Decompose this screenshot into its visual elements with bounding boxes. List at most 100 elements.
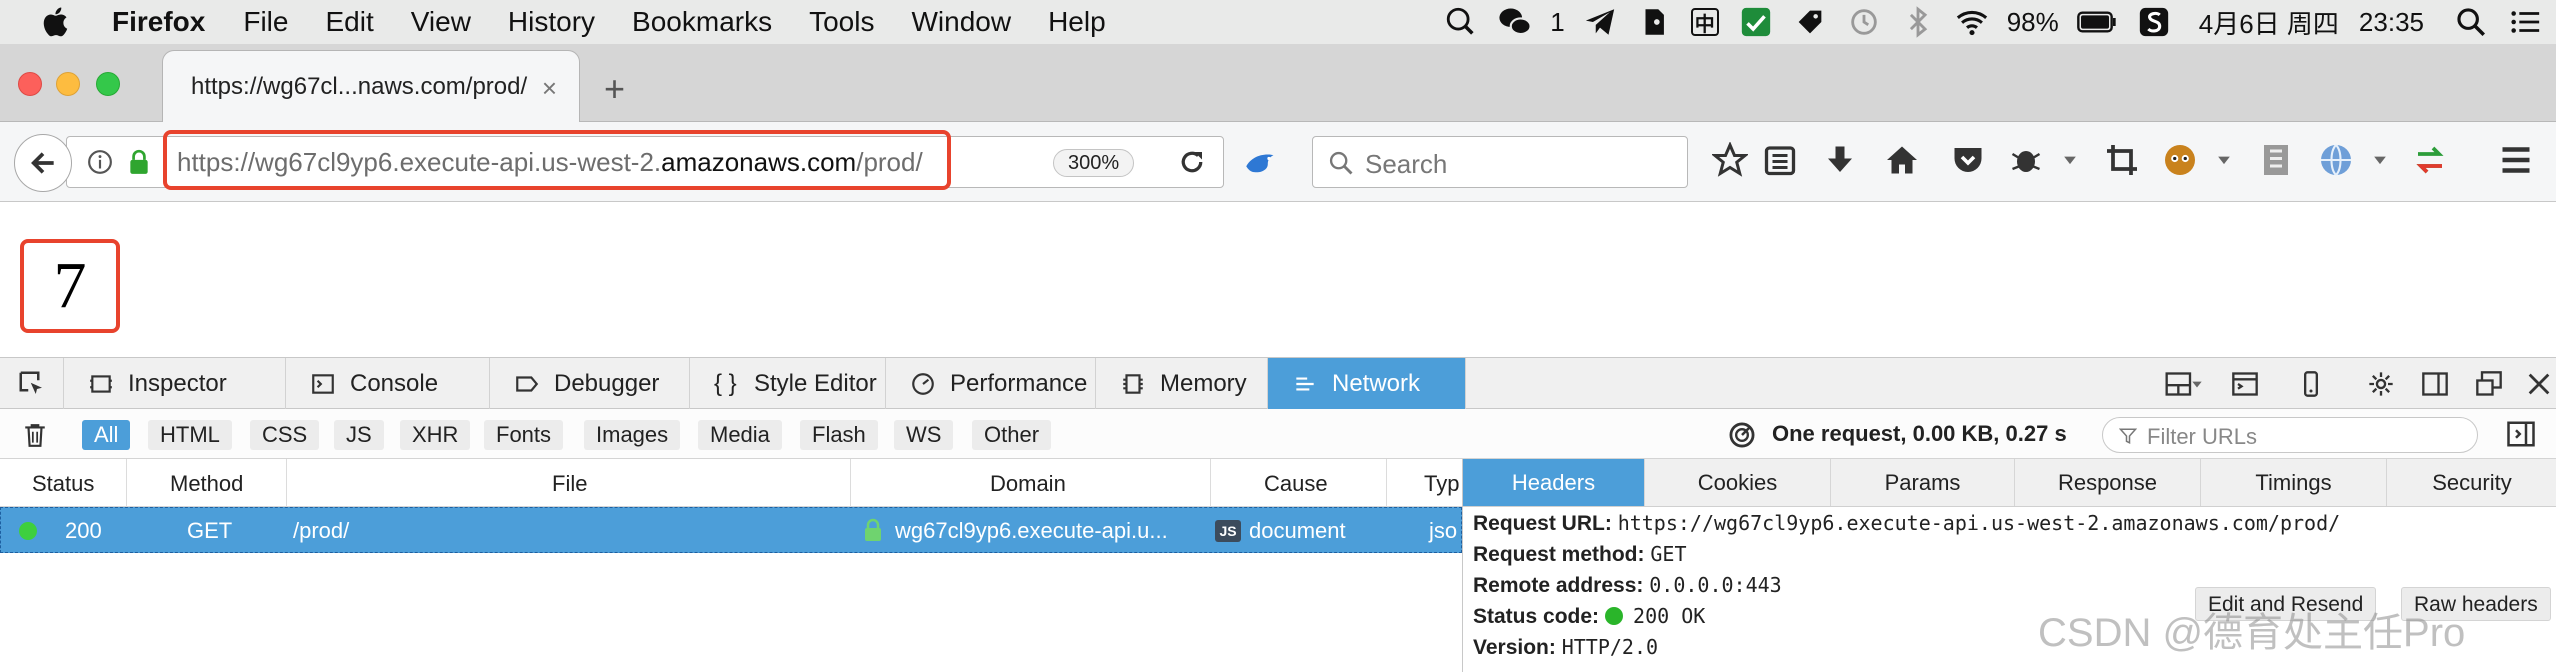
bluetooth-icon[interactable] <box>1901 5 1935 39</box>
filter-media-button[interactable]: Media <box>698 420 782 450</box>
responsive-design-icon[interactable] <box>2296 370 2326 398</box>
apple-logo-icon[interactable] <box>40 5 74 39</box>
column-cause[interactable]: Cause <box>1264 471 1328 497</box>
request-url-value[interactable]: https://wg67cl9yp6.execute-api.us-west-2… <box>1618 511 2340 535</box>
menu-bookmarks[interactable]: Bookmarks <box>632 6 772 38</box>
filter-urls-input[interactable]: Filter URLs <box>2102 417 2478 453</box>
menu-help[interactable]: Help <box>1048 6 1106 38</box>
column-type[interactable]: Typ <box>1424 471 1459 497</box>
wifi-icon[interactable] <box>1955 5 1989 39</box>
bookmark-star-icon[interactable] <box>1712 142 1748 178</box>
menu-app-firefox[interactable]: Firefox <box>112 6 205 38</box>
proxy-switch-icon[interactable] <box>2412 142 2448 178</box>
column-divider[interactable] <box>850 459 851 507</box>
tab-inspector[interactable]: Inspector <box>64 358 286 409</box>
filter-js-button[interactable]: JS <box>334 420 384 450</box>
column-divider[interactable] <box>126 459 127 507</box>
tab-security[interactable]: Security <box>2387 459 2556 506</box>
tab-cookies[interactable]: Cookies <box>1645 459 1831 506</box>
tab-memory[interactable]: Memory <box>1096 358 1268 409</box>
filter-ws-button[interactable]: WS <box>894 420 954 450</box>
menu-view[interactable]: View <box>411 6 471 38</box>
bookmarks-menu-icon[interactable] <box>1762 142 1798 178</box>
pocket-icon[interactable] <box>1950 142 1986 178</box>
telegram-icon[interactable] <box>1583 5 1617 39</box>
globe-icon[interactable] <box>2318 142 2354 178</box>
window-minimize-button[interactable] <box>56 72 80 96</box>
url-text[interactable]: https://wg67cl9yp6.execute-api.us-west-2… <box>177 147 923 178</box>
column-domain[interactable]: Domain <box>990 471 1066 497</box>
tab-timings[interactable]: Timings <box>2201 459 2387 506</box>
extension-ladder-icon[interactable] <box>2258 142 2294 178</box>
home-icon[interactable] <box>1884 142 1920 178</box>
edit-and-resend-button[interactable]: Edit and Resend <box>2195 587 2377 621</box>
tab-performance[interactable]: Performance <box>886 358 1096 409</box>
site-info-icon[interactable] <box>87 149 113 175</box>
filter-html-button[interactable]: HTML <box>148 420 232 450</box>
settings-gear-icon[interactable] <box>2366 370 2396 398</box>
window-close-button[interactable] <box>18 72 42 96</box>
new-tab-button[interactable]: + <box>604 68 625 110</box>
chevron-down-icon[interactable] <box>2214 150 2234 170</box>
menu-bar-date[interactable]: 4月6日 周四 <box>2199 4 2339 41</box>
column-method[interactable]: Method <box>170 471 243 497</box>
qq-icon[interactable] <box>1444 5 1478 39</box>
tab-console[interactable]: Console <box>286 358 490 409</box>
separate-window-icon[interactable] <box>2474 370 2504 398</box>
close-devtools-icon[interactable] <box>2524 370 2554 398</box>
column-divider[interactable] <box>286 459 287 507</box>
reload-icon[interactable] <box>1177 147 1207 177</box>
window-zoom-button[interactable] <box>96 72 120 96</box>
hamburger-menu-icon[interactable] <box>2498 142 2534 178</box>
menu-file[interactable]: File <box>243 6 288 38</box>
tab-debugger[interactable]: Debugger <box>490 358 690 409</box>
tag-icon[interactable] <box>1793 5 1827 39</box>
extension-bird-icon[interactable] <box>1244 150 1278 176</box>
column-divider[interactable] <box>1386 459 1387 507</box>
tab-network[interactable]: Network <box>1268 358 1466 409</box>
input-method-icon[interactable]: 中 <box>1690 8 1719 36</box>
sogou-icon[interactable] <box>2137 5 2171 39</box>
tampermonkey-icon[interactable] <box>2162 142 2198 178</box>
menu-bar-clock[interactable]: 23:35 <box>2359 7 2424 38</box>
screenshot-crop-icon[interactable] <box>2104 142 2140 178</box>
filter-images-button[interactable]: Images <box>584 420 681 450</box>
column-file[interactable]: File <box>552 471 587 497</box>
layout-toggle-icon[interactable] <box>2160 370 2206 398</box>
split-console-icon[interactable] <box>2230 370 2260 398</box>
clear-trash-icon[interactable] <box>22 421 48 449</box>
filter-css-button[interactable]: CSS <box>250 420 320 450</box>
filter-all-button[interactable]: All <box>82 420 131 450</box>
evernote-icon[interactable] <box>1637 5 1671 39</box>
spotlight-search-icon[interactable] <box>2454 5 2488 39</box>
menu-tools[interactable]: Tools <box>809 6 874 38</box>
column-status[interactable]: Status <box>32 471 94 497</box>
chevron-down-icon[interactable] <box>2060 150 2080 170</box>
filter-xhr-button[interactable]: XHR <box>400 420 471 450</box>
wechat-icon[interactable] <box>1498 5 1532 39</box>
chevron-down-icon[interactable] <box>2370 150 2390 170</box>
toggle-sidebar-icon[interactable] <box>2506 419 2536 449</box>
element-picker-button[interactable] <box>0 358 64 409</box>
extension-bug-icon[interactable] <box>2008 142 2044 178</box>
tab-response[interactable]: Response <box>2015 459 2201 506</box>
column-divider[interactable] <box>1210 459 1211 507</box>
notification-center-icon[interactable] <box>2508 5 2542 39</box>
raw-headers-button[interactable]: Raw headers <box>2401 587 2551 621</box>
tab-params[interactable]: Params <box>1831 459 2015 506</box>
tab-close-icon[interactable]: × <box>542 73 557 104</box>
filter-flash-button[interactable]: Flash <box>800 420 878 450</box>
tab-headers[interactable]: Headers <box>1463 459 1645 506</box>
performance-analysis-icon[interactable] <box>1728 421 1756 449</box>
secure-lock-icon[interactable] <box>127 149 151 175</box>
search-bar[interactable]: Search <box>1312 136 1688 188</box>
menu-edit[interactable]: Edit <box>325 6 373 38</box>
security-shield-icon[interactable] <box>1739 5 1773 39</box>
tab-style-editor[interactable]: { } Style Editor <box>690 358 886 409</box>
battery-icon[interactable] <box>2076 5 2117 39</box>
menu-history[interactable]: History <box>508 6 595 38</box>
downloads-icon[interactable] <box>1822 142 1858 178</box>
time-machine-icon[interactable] <box>1847 5 1881 39</box>
url-bar[interactable]: https://wg67cl9yp6.execute-api.us-west-2… <box>66 130 1224 190</box>
zoom-level-badge[interactable]: 300% <box>1053 149 1135 177</box>
